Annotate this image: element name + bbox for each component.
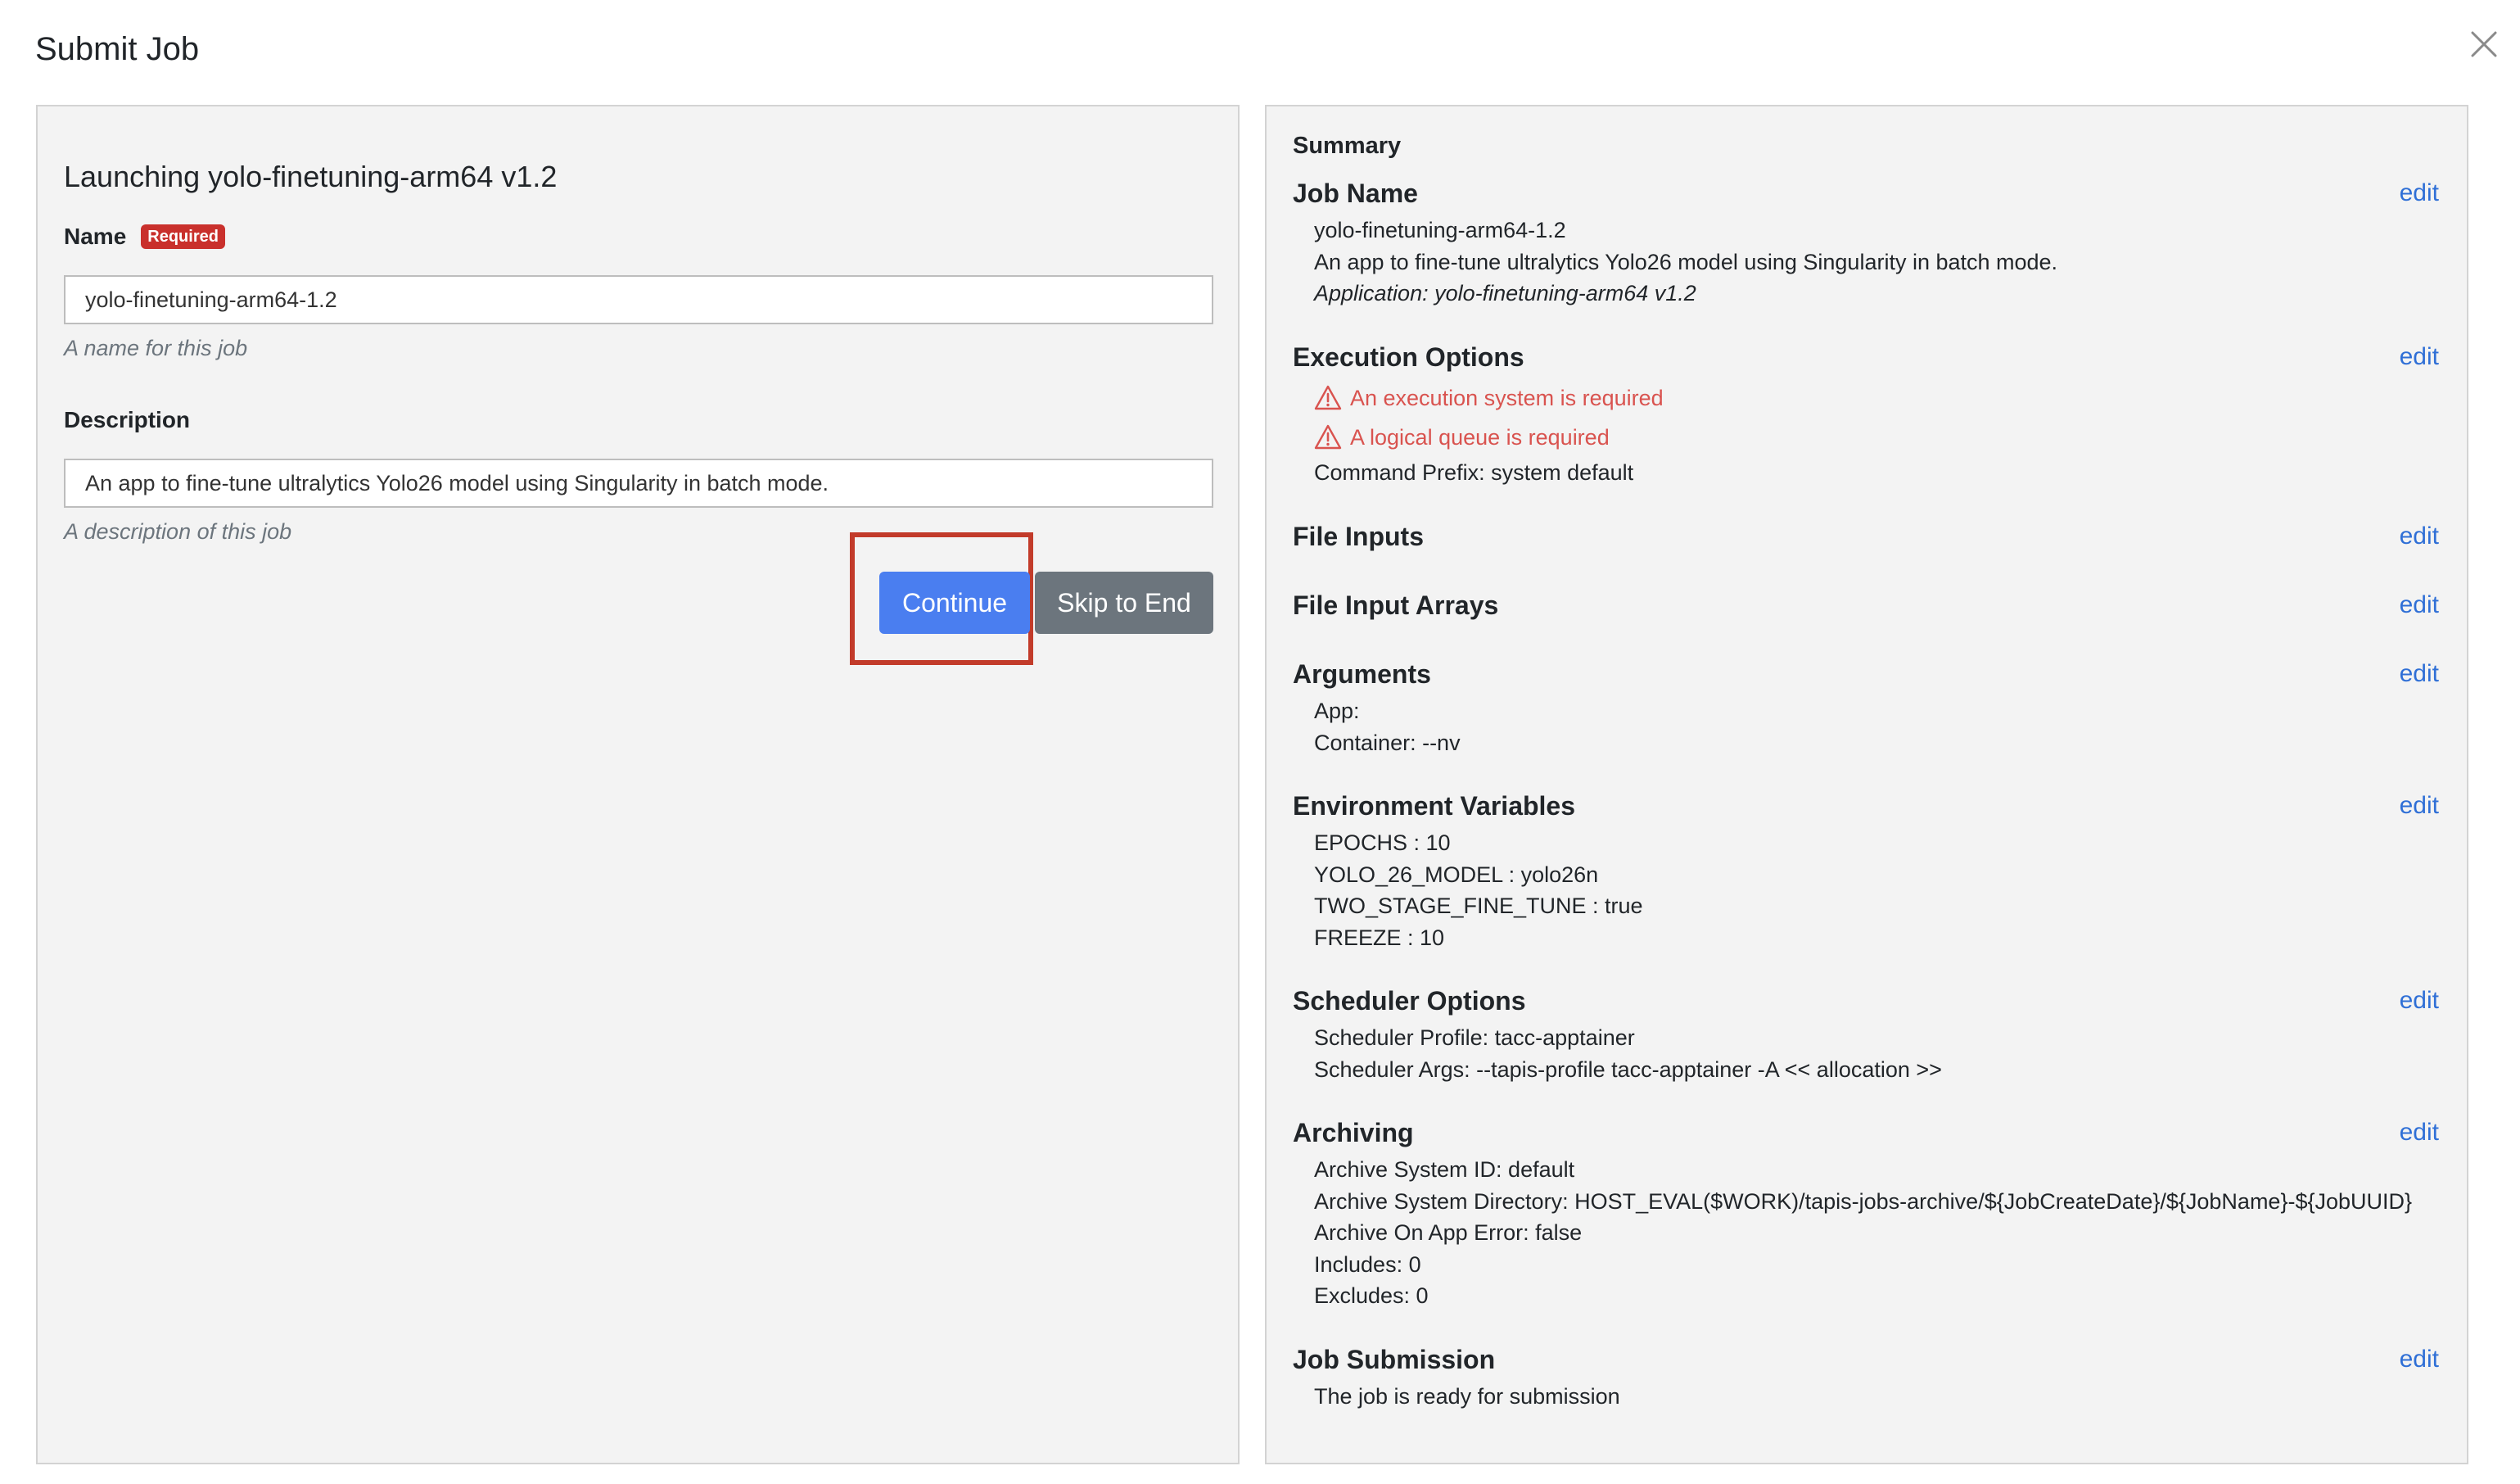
warning-text: A logical queue is required: [1350, 425, 1610, 450]
description-label: Description: [64, 407, 191, 432]
edit-archiving-link[interactable]: edit: [2400, 1118, 2439, 1147]
summary-line: Application: yolo-finetuning-arm64 v1.2: [1314, 281, 1696, 305]
summary-line: App:: [1314, 699, 1360, 723]
warning-icon: [1314, 424, 1342, 450]
summary-panel: Summary Job Name edit yolo-finetuning-ar…: [1265, 105, 2468, 1464]
section-title: Job Name: [1293, 179, 1418, 208]
summary-section-file-inputs: File Inputs edit: [1293, 520, 2441, 553]
section-title: Arguments: [1293, 659, 1431, 689]
edit-file-input-arrays-link[interactable]: edit: [2400, 590, 2439, 620]
close-icon[interactable]: [2468, 28, 2500, 61]
summary-line: Archive On App Error: false: [1314, 1220, 1583, 1245]
job-name-input[interactable]: [64, 275, 1213, 324]
warning-message: A logical queue is required: [1314, 418, 2441, 457]
edit-execution-options-link[interactable]: edit: [2400, 342, 2439, 372]
edit-job-name-link[interactable]: edit: [2400, 179, 2439, 208]
summary-section-file-input-arrays: File Input Arrays edit: [1293, 589, 2441, 622]
section-title: Archiving: [1293, 1118, 1414, 1147]
section-title: File Inputs: [1293, 522, 1424, 551]
warning-icon: [1314, 385, 1342, 410]
section-title: Execution Options: [1293, 342, 1524, 372]
summary-section-job-submission: Job Submission edit The job is ready for…: [1293, 1343, 2441, 1413]
edit-environment-variables-link[interactable]: edit: [2400, 791, 2439, 821]
summary-section-scheduler-options: Scheduler Options edit Scheduler Profile…: [1293, 984, 2441, 1085]
launch-title: Launching yolo-finetuning-arm64 v1.2: [64, 160, 558, 193]
edit-file-inputs-link[interactable]: edit: [2400, 522, 2439, 551]
summary-line: Scheduler Profile: tacc-apptainer: [1314, 1025, 1635, 1050]
description-help-text: A description of this job: [64, 519, 292, 544]
summary-section-execution-options: Execution Options edit An execution syst…: [1293, 341, 2441, 489]
name-label: Name Required: [64, 223, 225, 251]
summary-line: An app to fine-tune ultralytics Yolo26 m…: [1314, 249, 2058, 274]
edit-arguments-link[interactable]: edit: [2400, 659, 2439, 689]
name-label-text: Name: [64, 224, 127, 249]
summary-section-environment-variables: Environment Variables edit EPOCHS : 10 Y…: [1293, 790, 2441, 953]
section-title: Environment Variables: [1293, 791, 1576, 821]
summary-line: The job is ready for submission: [1314, 1384, 1620, 1409]
summary-line: yolo-finetuning-arm64-1.2: [1314, 218, 1566, 242]
summary-line: Command Prefix: system default: [1314, 460, 1634, 485]
section-title: File Input Arrays: [1293, 590, 1499, 620]
required-badge: Required: [141, 224, 225, 249]
section-title: Job Submission: [1293, 1345, 1496, 1374]
job-form-panel: Launching yolo-finetuning-arm64 v1.2 Nam…: [36, 105, 1240, 1464]
summary-section-archiving: Archiving edit Archive System ID: defaul…: [1293, 1116, 2441, 1312]
env-var-line: EPOCHS : 10: [1314, 830, 1451, 855]
env-var-line: FREEZE : 10: [1314, 925, 1445, 950]
job-description-input[interactable]: [64, 459, 1213, 508]
summary-line: Archive System ID: default: [1314, 1157, 1575, 1182]
summary-line: Container: --nv: [1314, 730, 1461, 755]
env-var-line: TWO_STAGE_FINE_TUNE : true: [1314, 894, 1643, 918]
summary-line: Archive System Directory: HOST_EVAL($WOR…: [1314, 1188, 2413, 1214]
env-var-line: YOLO_26_MODEL : yolo26n: [1314, 862, 1599, 887]
summary-line: Includes: 0: [1314, 1251, 1421, 1277]
summary-line: Excludes: 0: [1314, 1283, 1429, 1308]
warning-text: An execution system is required: [1350, 386, 1664, 410]
section-title: Scheduler Options: [1293, 986, 1526, 1016]
summary-line: Scheduler Args: --tapis-profile tacc-app…: [1314, 1056, 1942, 1082]
edit-job-submission-link[interactable]: edit: [2400, 1345, 2439, 1374]
modal-title: Submit Job: [35, 31, 200, 67]
skip-to-end-button[interactable]: Skip to End: [1035, 572, 1213, 634]
edit-scheduler-options-link[interactable]: edit: [2400, 986, 2439, 1016]
summary-label: Summary: [1293, 133, 1402, 159]
continue-button[interactable]: Continue: [879, 572, 1030, 634]
name-help-text: A name for this job: [64, 336, 248, 360]
summary-section-job-name: Job Name edit yolo-finetuning-arm64-1.2 …: [1293, 177, 2441, 310]
summary-section-arguments: Arguments edit App: Container: --nv: [1293, 658, 2441, 758]
warning-message: An execution system is required: [1314, 378, 2441, 418]
